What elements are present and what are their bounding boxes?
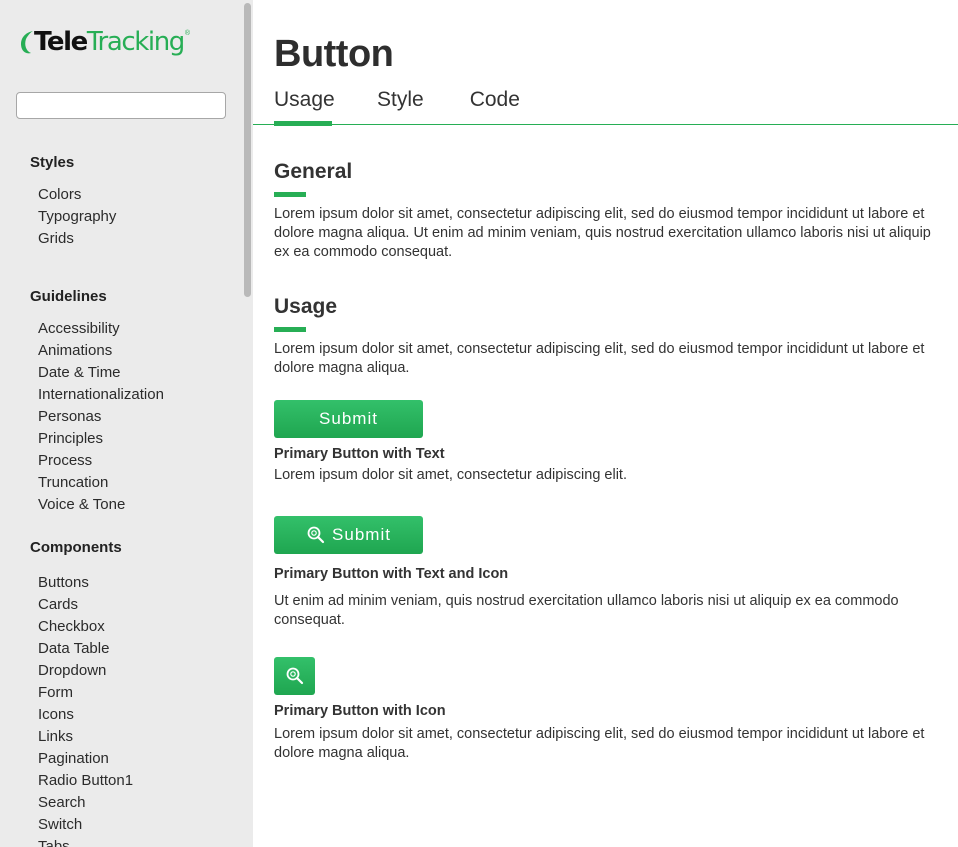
page-title: Button xyxy=(274,33,394,75)
nav-list-styles: Colors Typography Grids xyxy=(0,184,240,250)
submit-with-icon-button-label: Submit xyxy=(332,525,391,544)
section-accent-general xyxy=(274,192,306,197)
sidebar-search-input[interactable] xyxy=(16,92,226,119)
nav-heading-styles: Styles xyxy=(30,154,75,171)
sidebar-item-form[interactable]: Form xyxy=(38,682,240,704)
example-label-text: Primary Button with Text xyxy=(274,446,445,462)
sidebar-item-data-table[interactable]: Data Table xyxy=(38,638,240,660)
section-accent-usage xyxy=(274,327,306,332)
usage-description: Lorem ipsum dolor sit amet, consectetur … xyxy=(274,341,925,376)
nav-section-components: Components Buttons Cards Checkbox Data T… xyxy=(0,535,240,847)
nav-list-components: Buttons Cards Checkbox Data Table Dropdo… xyxy=(0,572,240,847)
logo-text-tele: Tele xyxy=(34,27,88,57)
sidebar-item-truncation[interactable]: Truncation xyxy=(38,472,240,494)
tab-usage[interactable]: Usage xyxy=(274,86,335,126)
sidebar: TeleTracking ® Styles Colors Typography … xyxy=(0,0,253,847)
sidebar-item-colors[interactable]: Colors xyxy=(38,184,240,206)
sidebar-item-switch[interactable]: Switch xyxy=(38,814,240,836)
logo-text-tracking: Tracking xyxy=(86,27,185,57)
sidebar-item-animations[interactable]: Animations xyxy=(38,340,240,362)
sidebar-item-voice-tone[interactable]: Voice & Tone xyxy=(38,494,240,516)
submit-with-icon-button[interactable]: Submit xyxy=(274,516,423,554)
sidebar-item-radio-button[interactable]: Radio Button1 xyxy=(38,770,240,792)
tab-bar: Usage Style Code xyxy=(274,86,520,126)
sidebar-item-date-time[interactable]: Date & Time xyxy=(38,362,240,384)
sidebar-item-principles[interactable]: Principles xyxy=(38,428,240,450)
sidebar-item-grids[interactable]: Grids xyxy=(38,228,240,250)
tab-style[interactable]: Style xyxy=(377,86,424,126)
sidebar-item-checkbox[interactable]: Checkbox xyxy=(38,616,240,638)
nav-heading-components: Components xyxy=(30,539,122,556)
example-label-text-icon: Primary Button with Text and Icon xyxy=(274,566,509,582)
submit-button[interactable]: Submit xyxy=(274,400,423,438)
example-description-icon: Lorem ipsum dolor sit amet, consectetur … xyxy=(274,726,925,761)
teletracking-logo[interactable]: TeleTracking ® xyxy=(18,22,190,62)
section-title-general: General xyxy=(274,160,353,183)
sidebar-item-pagination[interactable]: Pagination xyxy=(38,748,240,770)
section-title-usage: Usage xyxy=(274,295,338,318)
tab-code[interactable]: Code xyxy=(470,86,520,126)
sidebar-item-cards[interactable]: Cards xyxy=(38,594,240,616)
sidebar-item-buttons[interactable]: Buttons xyxy=(38,572,240,594)
nav-list-guidelines: Accessibility Animations Date & Time Int… xyxy=(0,318,240,516)
sidebar-item-tabs[interactable]: Tabs xyxy=(38,836,240,847)
sidebar-item-process[interactable]: Process xyxy=(38,450,240,472)
sidebar-item-typography[interactable]: Typography xyxy=(38,206,240,228)
search-icon-button[interactable] xyxy=(274,657,315,695)
search-icon xyxy=(306,525,326,545)
search-icon xyxy=(285,666,305,686)
general-description: Lorem ipsum dolor sit amet, consectetur … xyxy=(274,206,931,260)
example-label-icon: Primary Button with Icon xyxy=(274,703,446,719)
sidebar-item-accessibility[interactable]: Accessibility xyxy=(38,318,240,340)
sidebar-scrollbar-thumb[interactable] xyxy=(244,3,251,297)
nav-section-styles: Styles Colors Typography Grids xyxy=(0,150,240,284)
main-content: Button Usage Style Code General Lorem ip… xyxy=(253,0,958,847)
nav-heading-guidelines: Guidelines xyxy=(30,288,107,305)
sidebar-item-dropdown[interactable]: Dropdown xyxy=(38,660,240,682)
logo-swoosh-icon xyxy=(18,27,38,57)
tabs-divider xyxy=(253,124,958,125)
example-description-text-icon: Ut enim ad minim veniam, quis nostrud ex… xyxy=(274,593,899,628)
sidebar-item-personas[interactable]: Personas xyxy=(38,406,240,428)
example-description-text: Lorem ipsum dolor sit amet, consectetur … xyxy=(274,467,627,483)
sidebar-item-links[interactable]: Links xyxy=(38,726,240,748)
submit-button-label: Submit xyxy=(319,409,378,428)
sidebar-item-icons[interactable]: Icons xyxy=(38,704,240,726)
sidebar-nav: Styles Colors Typography Grids Guideline… xyxy=(0,150,240,847)
sidebar-item-internationalization[interactable]: Internationalization xyxy=(38,384,240,406)
sidebar-item-search[interactable]: Search xyxy=(38,792,240,814)
nav-section-guidelines: Guidelines Accessibility Animations Date… xyxy=(0,284,240,535)
registered-mark: ® xyxy=(184,30,191,37)
logo-text: TeleTracking xyxy=(34,27,185,57)
